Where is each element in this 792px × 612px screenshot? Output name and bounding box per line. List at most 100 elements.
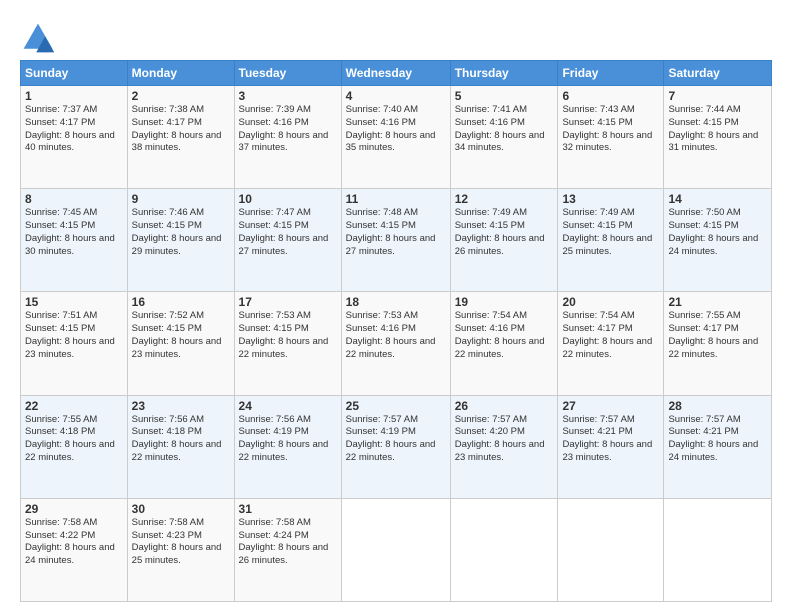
calendar-cell: 20 Sunrise: 7:54 AM Sunset: 4:17 PM Dayl… xyxy=(558,292,664,395)
day-number: 15 xyxy=(25,295,123,309)
calendar-cell: 25 Sunrise: 7:57 AM Sunset: 4:19 PM Dayl… xyxy=(341,395,450,498)
calendar-body: 1 Sunrise: 7:37 AM Sunset: 4:17 PM Dayli… xyxy=(21,86,772,602)
calendar-header-row: SundayMondayTuesdayWednesdayThursdayFrid… xyxy=(21,61,772,86)
day-info: Sunrise: 7:49 AM Sunset: 4:15 PM Dayligh… xyxy=(562,207,659,258)
header xyxy=(20,16,772,56)
day-number: 8 xyxy=(25,192,123,206)
calendar-cell: 26 Sunrise: 7:57 AM Sunset: 4:20 PM Dayl… xyxy=(450,395,558,498)
calendar-cell: 21 Sunrise: 7:55 AM Sunset: 4:17 PM Dayl… xyxy=(664,292,772,395)
day-number: 5 xyxy=(455,89,554,103)
day-info: Sunrise: 7:57 AM Sunset: 4:19 PM Dayligh… xyxy=(346,414,446,465)
day-info: Sunrise: 7:55 AM Sunset: 4:17 PM Dayligh… xyxy=(668,310,767,361)
day-info: Sunrise: 7:48 AM Sunset: 4:15 PM Dayligh… xyxy=(346,207,446,258)
day-info: Sunrise: 7:49 AM Sunset: 4:15 PM Dayligh… xyxy=(455,207,554,258)
day-info: Sunrise: 7:58 AM Sunset: 4:23 PM Dayligh… xyxy=(132,517,230,568)
calendar-cell: 31 Sunrise: 7:58 AM Sunset: 4:24 PM Dayl… xyxy=(234,498,341,601)
day-number: 23 xyxy=(132,399,230,413)
calendar-cell: 22 Sunrise: 7:55 AM Sunset: 4:18 PM Dayl… xyxy=(21,395,128,498)
day-number: 1 xyxy=(25,89,123,103)
day-number: 9 xyxy=(132,192,230,206)
logo-icon xyxy=(20,20,56,56)
calendar-cell: 18 Sunrise: 7:53 AM Sunset: 4:16 PM Dayl… xyxy=(341,292,450,395)
day-info: Sunrise: 7:43 AM Sunset: 4:15 PM Dayligh… xyxy=(562,104,659,155)
calendar-cell: 2 Sunrise: 7:38 AM Sunset: 4:17 PM Dayli… xyxy=(127,86,234,189)
day-info: Sunrise: 7:53 AM Sunset: 4:15 PM Dayligh… xyxy=(239,310,337,361)
day-info: Sunrise: 7:51 AM Sunset: 4:15 PM Dayligh… xyxy=(25,310,123,361)
calendar-cell xyxy=(558,498,664,601)
day-info: Sunrise: 7:47 AM Sunset: 4:15 PM Dayligh… xyxy=(239,207,337,258)
calendar-cell: 14 Sunrise: 7:50 AM Sunset: 4:15 PM Dayl… xyxy=(664,189,772,292)
calendar-header-cell: Saturday xyxy=(664,61,772,86)
day-info: Sunrise: 7:40 AM Sunset: 4:16 PM Dayligh… xyxy=(346,104,446,155)
day-number: 25 xyxy=(346,399,446,413)
calendar-cell xyxy=(664,498,772,601)
calendar-cell: 17 Sunrise: 7:53 AM Sunset: 4:15 PM Dayl… xyxy=(234,292,341,395)
day-number: 14 xyxy=(668,192,767,206)
calendar-cell: 13 Sunrise: 7:49 AM Sunset: 4:15 PM Dayl… xyxy=(558,189,664,292)
page: SundayMondayTuesdayWednesdayThursdayFrid… xyxy=(0,0,792,612)
calendar-cell: 24 Sunrise: 7:56 AM Sunset: 4:19 PM Dayl… xyxy=(234,395,341,498)
calendar-cell: 15 Sunrise: 7:51 AM Sunset: 4:15 PM Dayl… xyxy=(21,292,128,395)
calendar-header-cell: Monday xyxy=(127,61,234,86)
day-number: 6 xyxy=(562,89,659,103)
day-number: 7 xyxy=(668,89,767,103)
calendar-cell: 5 Sunrise: 7:41 AM Sunset: 4:16 PM Dayli… xyxy=(450,86,558,189)
day-info: Sunrise: 7:53 AM Sunset: 4:16 PM Dayligh… xyxy=(346,310,446,361)
day-number: 19 xyxy=(455,295,554,309)
logo xyxy=(20,20,62,56)
calendar-cell: 8 Sunrise: 7:45 AM Sunset: 4:15 PM Dayli… xyxy=(21,189,128,292)
day-number: 10 xyxy=(239,192,337,206)
day-number: 13 xyxy=(562,192,659,206)
calendar-cell: 9 Sunrise: 7:46 AM Sunset: 4:15 PM Dayli… xyxy=(127,189,234,292)
calendar-cell: 27 Sunrise: 7:57 AM Sunset: 4:21 PM Dayl… xyxy=(558,395,664,498)
calendar-header-cell: Tuesday xyxy=(234,61,341,86)
calendar-cell xyxy=(341,498,450,601)
day-info: Sunrise: 7:54 AM Sunset: 4:17 PM Dayligh… xyxy=(562,310,659,361)
calendar-cell: 10 Sunrise: 7:47 AM Sunset: 4:15 PM Dayl… xyxy=(234,189,341,292)
day-number: 2 xyxy=(132,89,230,103)
calendar-week-row: 22 Sunrise: 7:55 AM Sunset: 4:18 PM Dayl… xyxy=(21,395,772,498)
calendar-week-row: 1 Sunrise: 7:37 AM Sunset: 4:17 PM Dayli… xyxy=(21,86,772,189)
calendar-header-cell: Thursday xyxy=(450,61,558,86)
day-number: 29 xyxy=(25,502,123,516)
day-number: 21 xyxy=(668,295,767,309)
day-number: 30 xyxy=(132,502,230,516)
calendar-cell: 19 Sunrise: 7:54 AM Sunset: 4:16 PM Dayl… xyxy=(450,292,558,395)
day-number: 28 xyxy=(668,399,767,413)
calendar-cell: 23 Sunrise: 7:56 AM Sunset: 4:18 PM Dayl… xyxy=(127,395,234,498)
day-info: Sunrise: 7:56 AM Sunset: 4:19 PM Dayligh… xyxy=(239,414,337,465)
calendar-cell: 6 Sunrise: 7:43 AM Sunset: 4:15 PM Dayli… xyxy=(558,86,664,189)
calendar-cell: 7 Sunrise: 7:44 AM Sunset: 4:15 PM Dayli… xyxy=(664,86,772,189)
day-info: Sunrise: 7:50 AM Sunset: 4:15 PM Dayligh… xyxy=(668,207,767,258)
day-info: Sunrise: 7:37 AM Sunset: 4:17 PM Dayligh… xyxy=(25,104,123,155)
calendar-header-cell: Friday xyxy=(558,61,664,86)
calendar-week-row: 29 Sunrise: 7:58 AM Sunset: 4:22 PM Dayl… xyxy=(21,498,772,601)
calendar-table: SundayMondayTuesdayWednesdayThursdayFrid… xyxy=(20,60,772,602)
calendar-cell: 29 Sunrise: 7:58 AM Sunset: 4:22 PM Dayl… xyxy=(21,498,128,601)
day-number: 31 xyxy=(239,502,337,516)
day-number: 22 xyxy=(25,399,123,413)
day-info: Sunrise: 7:44 AM Sunset: 4:15 PM Dayligh… xyxy=(668,104,767,155)
day-number: 16 xyxy=(132,295,230,309)
day-number: 27 xyxy=(562,399,659,413)
day-info: Sunrise: 7:58 AM Sunset: 4:24 PM Dayligh… xyxy=(239,517,337,568)
day-info: Sunrise: 7:39 AM Sunset: 4:16 PM Dayligh… xyxy=(239,104,337,155)
day-number: 4 xyxy=(346,89,446,103)
calendar-cell xyxy=(450,498,558,601)
day-number: 26 xyxy=(455,399,554,413)
day-info: Sunrise: 7:56 AM Sunset: 4:18 PM Dayligh… xyxy=(132,414,230,465)
calendar-week-row: 8 Sunrise: 7:45 AM Sunset: 4:15 PM Dayli… xyxy=(21,189,772,292)
calendar-week-row: 15 Sunrise: 7:51 AM Sunset: 4:15 PM Dayl… xyxy=(21,292,772,395)
calendar-cell: 4 Sunrise: 7:40 AM Sunset: 4:16 PM Dayli… xyxy=(341,86,450,189)
calendar-header-cell: Wednesday xyxy=(341,61,450,86)
day-info: Sunrise: 7:57 AM Sunset: 4:21 PM Dayligh… xyxy=(562,414,659,465)
day-info: Sunrise: 7:54 AM Sunset: 4:16 PM Dayligh… xyxy=(455,310,554,361)
calendar-cell: 1 Sunrise: 7:37 AM Sunset: 4:17 PM Dayli… xyxy=(21,86,128,189)
day-number: 24 xyxy=(239,399,337,413)
day-info: Sunrise: 7:57 AM Sunset: 4:20 PM Dayligh… xyxy=(455,414,554,465)
day-info: Sunrise: 7:58 AM Sunset: 4:22 PM Dayligh… xyxy=(25,517,123,568)
calendar-cell: 16 Sunrise: 7:52 AM Sunset: 4:15 PM Dayl… xyxy=(127,292,234,395)
day-info: Sunrise: 7:45 AM Sunset: 4:15 PM Dayligh… xyxy=(25,207,123,258)
day-number: 12 xyxy=(455,192,554,206)
day-info: Sunrise: 7:46 AM Sunset: 4:15 PM Dayligh… xyxy=(132,207,230,258)
